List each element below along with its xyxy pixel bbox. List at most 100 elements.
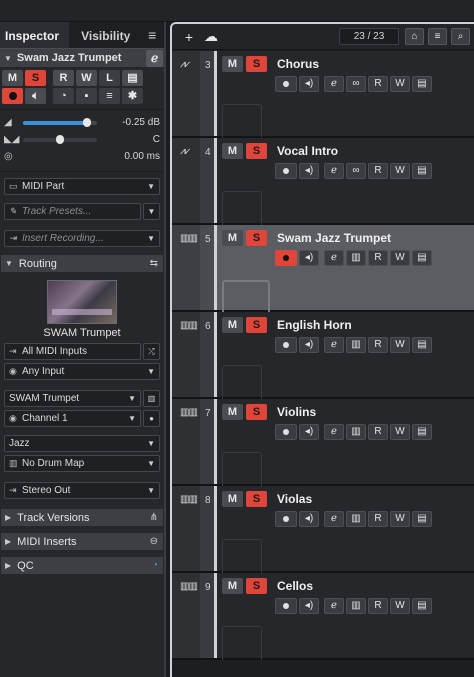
- tab-inspector[interactable]: Inspector: [0, 22, 70, 48]
- track-read-button[interactable]: R: [368, 424, 388, 440]
- input-port-field[interactable]: ◉ Any Input ▼: [4, 363, 160, 380]
- drum-icon[interactable]: ●: [143, 410, 160, 427]
- track-versions-header[interactable]: ▶ Track Versions ⋔: [1, 509, 163, 526]
- track-edit-icon[interactable]: ℯ: [324, 511, 344, 527]
- track-mute-button[interactable]: M: [222, 56, 243, 72]
- track-presets-field[interactable]: ✎ Track Presets...: [4, 203, 141, 220]
- expand-triangle-icon[interactable]: ▶: [5, 537, 11, 546]
- collapse-triangle-icon[interactable]: ▼: [4, 54, 12, 63]
- track-read-button[interactable]: R: [368, 598, 388, 614]
- piano-icon[interactable]: ▥: [143, 390, 160, 407]
- track-piano-icon[interactable]: ▥: [346, 250, 366, 266]
- track-header[interactable]: M S Violins ◂) ℯ ▥ R W ▤: [217, 399, 474, 486]
- channel-settings-icon[interactable]: ▤: [122, 70, 143, 86]
- read-automation-button[interactable]: R: [53, 70, 74, 86]
- track-write-button[interactable]: W: [390, 163, 410, 179]
- track-record-button[interactable]: [275, 76, 297, 92]
- track-write-button[interactable]: W: [390, 424, 410, 440]
- edit-instrument-icon[interactable]: ℯ: [146, 49, 163, 67]
- track-settings-icon[interactable]: ▤: [412, 163, 432, 179]
- track-name[interactable]: Violins: [277, 405, 316, 419]
- track-record-button[interactable]: [275, 337, 297, 353]
- track-edit-icon[interactable]: ℯ: [324, 163, 344, 179]
- pan-slider[interactable]: [23, 134, 97, 144]
- track-monitor-icon[interactable]: ◂): [299, 424, 319, 440]
- midi-input-field[interactable]: ⇥ All MIDI Inputs: [4, 343, 141, 360]
- track-list-menu-icon[interactable]: ≡: [428, 28, 447, 45]
- track-write-button[interactable]: W: [390, 250, 410, 266]
- volume-knob[interactable]: [82, 117, 91, 127]
- track-mute-button[interactable]: M: [222, 578, 243, 594]
- track-record-button[interactable]: [275, 163, 297, 179]
- track-record-button[interactable]: [275, 598, 297, 614]
- track-record-button[interactable]: [275, 250, 297, 266]
- track-solo-button[interactable]: S: [246, 143, 267, 159]
- freeze-icon[interactable]: ✱: [122, 88, 143, 104]
- track-visibility-icon[interactable]: ⌂: [405, 28, 424, 45]
- track-solo-button[interactable]: S: [246, 230, 267, 246]
- volume-slider[interactable]: [23, 117, 97, 127]
- track-record-button[interactable]: [275, 424, 297, 440]
- insert-recording-field[interactable]: ⇥ Insert Recording... ▼: [4, 230, 160, 247]
- track-row[interactable]: M S Violins ◂) ℯ ▥ R W ▤ ▥▥ 7: [172, 399, 474, 486]
- track-read-button[interactable]: R: [368, 163, 388, 179]
- track-monitor-icon[interactable]: ◂): [299, 598, 319, 614]
- add-track-icon[interactable]: +: [178, 29, 200, 45]
- track-loop-icon[interactable]: ∞: [346, 163, 366, 179]
- track-mute-button[interactable]: M: [222, 230, 243, 246]
- track-name[interactable]: Cellos: [277, 579, 313, 593]
- track-name[interactable]: English Horn: [277, 318, 352, 332]
- midi-inserts-header[interactable]: ▶ MIDI Inserts ⊖: [1, 533, 163, 550]
- track-name[interactable]: Violas: [277, 492, 312, 506]
- track-loop-icon[interactable]: ∞: [346, 76, 366, 92]
- track-header[interactable]: M S Violas ◂) ℯ ▥ R W ▤: [217, 486, 474, 573]
- track-piano-icon[interactable]: ▥: [346, 424, 366, 440]
- track-mute-button[interactable]: M: [222, 404, 243, 420]
- track-row[interactable]: M S Vocal Intro ◂) ℯ ∞ R W ▤ ⩘⩗ 4: [172, 138, 474, 225]
- track-mute-button[interactable]: M: [222, 317, 243, 333]
- midi-part-field[interactable]: ▭ MIDI Part ▼: [4, 178, 160, 195]
- track-row[interactable]: M S Swam Jazz Trumpet ◂) ℯ ▥ R W ▤ ▥▥ 5: [172, 225, 474, 324]
- expand-triangle-icon[interactable]: ▶: [5, 561, 11, 570]
- track-record-button[interactable]: [275, 511, 297, 527]
- track-solo-button[interactable]: S: [246, 317, 267, 333]
- midi-channel-field[interactable]: ◉ Channel 1 ▼: [4, 410, 141, 427]
- track-solo-button[interactable]: S: [246, 404, 267, 420]
- track-header[interactable]: M S Cellos ◂) ℯ ▥ R W ▤: [217, 573, 474, 660]
- tabs-menu-icon[interactable]: ≡: [140, 22, 164, 48]
- track-solo-button[interactable]: S: [246, 491, 267, 507]
- monitor-icon[interactable]: 🔈︎: [25, 88, 46, 104]
- track-edit-icon[interactable]: ℯ: [324, 424, 344, 440]
- track-settings-icon[interactable]: ▤: [412, 250, 432, 266]
- expand-triangle-icon[interactable]: ▶: [5, 513, 11, 522]
- track-settings-icon[interactable]: ▤: [412, 76, 432, 92]
- timebase-icon[interactable]: ◔: [53, 88, 74, 104]
- lock-icon[interactable]: ▪: [76, 88, 97, 104]
- routing-icon[interactable]: ⇆: [150, 258, 158, 269]
- delay-value[interactable]: 0.00 ms: [124, 151, 160, 162]
- track-header[interactable]: M S Vocal Intro ◂) ℯ ∞ R W ▤: [217, 138, 474, 225]
- track-edit-icon[interactable]: ℯ: [324, 598, 344, 614]
- drum-map-field[interactable]: ▥ No Drum Map ▼: [4, 455, 160, 472]
- track-mute-button[interactable]: M: [222, 143, 243, 159]
- program-field[interactable]: Jazz ▼: [4, 435, 160, 452]
- track-row[interactable]: M S Violas ◂) ℯ ▥ R W ▤ ▥▥ 8: [172, 486, 474, 573]
- track-monitor-icon[interactable]: ◂): [299, 337, 319, 353]
- inserts-icon[interactable]: ⊖: [150, 536, 158, 547]
- track-monitor-icon[interactable]: ◂): [299, 76, 319, 92]
- track-write-button[interactable]: W: [390, 511, 410, 527]
- solo-button[interactable]: S: [25, 70, 46, 86]
- track-write-button[interactable]: W: [390, 76, 410, 92]
- audio-output-field[interactable]: ⇥ Stereo Out ▼: [4, 482, 160, 499]
- write-automation-button[interactable]: W: [76, 70, 97, 86]
- track-header[interactable]: M S English Horn ◂) ℯ ▥ R W ▤: [217, 312, 474, 399]
- track-monitor-icon[interactable]: ◂): [299, 511, 319, 527]
- inspector-track-header[interactable]: ▼ Swam Jazz Trumpet ℯ: [0, 48, 164, 67]
- versions-icon[interactable]: ⋔: [150, 512, 158, 523]
- track-row[interactable]: M S Chorus ◂) ℯ ∞ R W ▤ ⩘⩗ 3: [172, 51, 474, 138]
- track-write-button[interactable]: W: [390, 598, 410, 614]
- qc-icon[interactable]: ◔: [152, 560, 158, 571]
- tab-visibility[interactable]: Visibility: [69, 22, 140, 48]
- record-enable-button[interactable]: [2, 88, 23, 104]
- track-edit-icon[interactable]: ℯ: [324, 76, 344, 92]
